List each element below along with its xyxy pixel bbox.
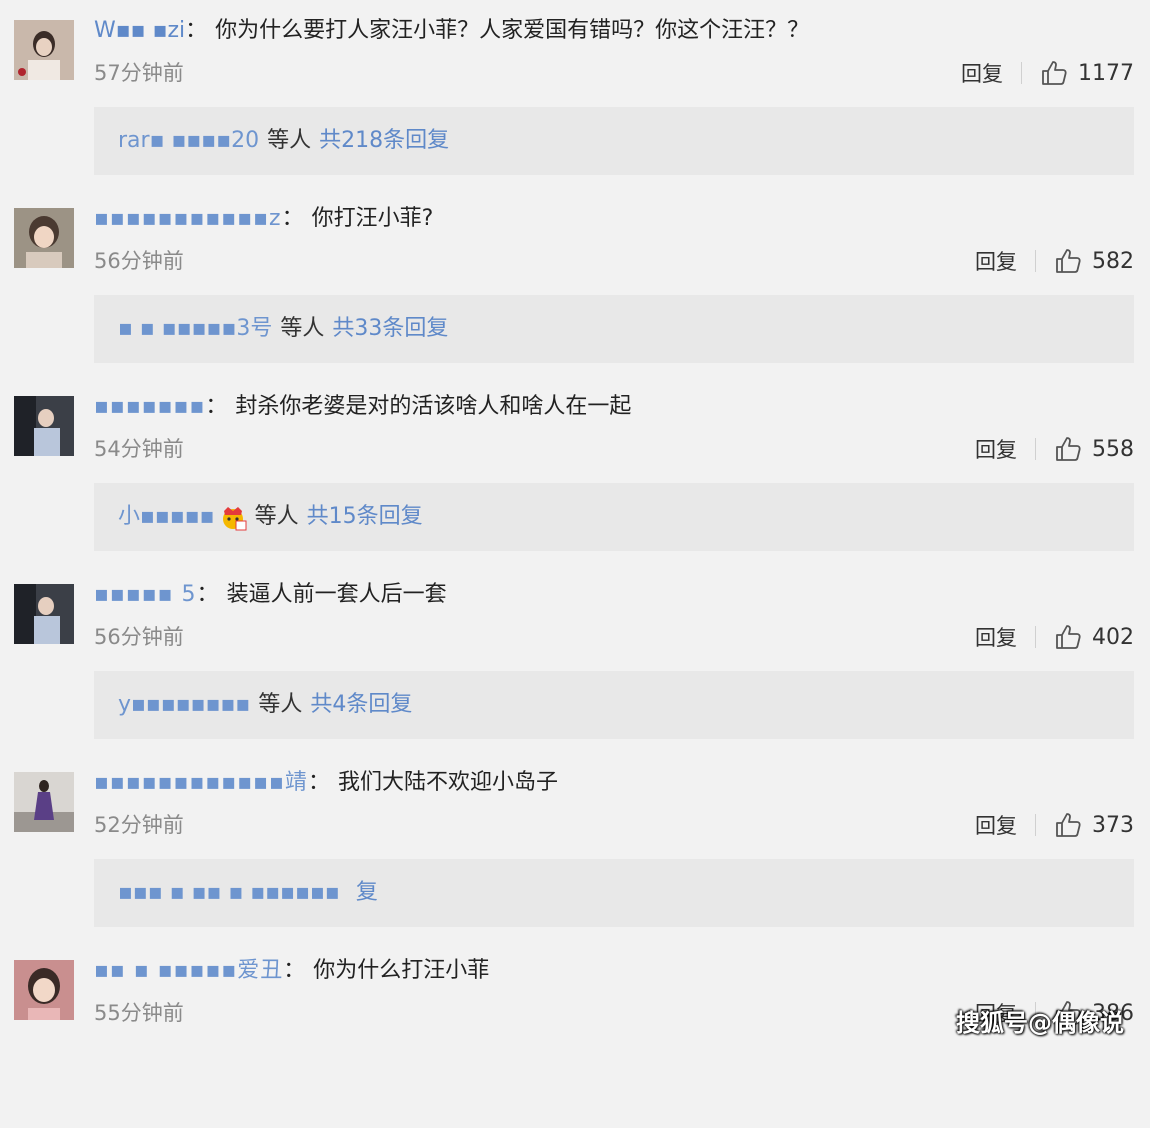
timestamp: 55分钟前 xyxy=(94,1001,184,1025)
comment-text: 装逼人前一套人后一套 xyxy=(226,582,447,607)
reply-button[interactable]: 回复 xyxy=(975,810,1017,840)
replier-name[interactable]: y▪▪▪▪▪▪▪▪ xyxy=(118,692,250,717)
comment-text: 你为什么打汪小菲 xyxy=(313,958,490,983)
comment-item: W▪▪ ▪zi： 你为什么要打人家汪小菲？人家爱国有错吗？你这个汪汪？？ 57分钟… xyxy=(0,0,1150,188)
reply-summary-text: y▪▪▪▪▪▪▪▪ 等人 共4条回复 xyxy=(118,688,412,722)
replier-name[interactable]: ▪ ▪ ▪▪▪▪▪3号 xyxy=(118,316,272,341)
comment-text: 封杀你老婆是对的活该啥人和啥人在一起 xyxy=(235,394,632,419)
reply-button[interactable]: 回复 xyxy=(975,246,1017,276)
comment-feed: W▪▪ ▪zi： 你为什么要打人家汪小菲？人家爱国有错吗？你这个汪汪？？ 57分钟… xyxy=(0,0,1150,1048)
divider xyxy=(1035,250,1036,272)
timestamp: 56分钟前 xyxy=(94,249,184,273)
comment-actions: 回复 402 xyxy=(975,620,1134,654)
replier-name[interactable]: ▪▪▪ ▪ ▪▪ ▪ ▪▪▪▪▪▪ xyxy=(118,880,340,905)
comment-text: 你打汪小菲? xyxy=(311,206,434,231)
username-link[interactable]: ▪▪▪▪▪▪▪▪▪▪▪▪靖 xyxy=(94,770,308,795)
thumbs-up-icon[interactable] xyxy=(1054,623,1082,651)
divider xyxy=(1035,814,1036,836)
reply-button[interactable]: 回复 xyxy=(961,58,1003,88)
total-replies-link[interactable]: 共15条回复 xyxy=(307,504,423,529)
colon: ： xyxy=(205,394,228,419)
replier-name[interactable]: rar▪ ▪▪▪▪20 xyxy=(118,128,259,153)
total-replies-link[interactable]: 共4条回复 xyxy=(310,692,412,717)
thumbs-up-icon[interactable] xyxy=(1054,247,1082,275)
colon: ： xyxy=(196,582,219,607)
colon: ： xyxy=(281,206,304,231)
timestamp: 54分钟前 xyxy=(94,437,184,461)
comment-header: ▪▪▪▪▪▪▪▪▪▪▪▪靖： 我们大陆不欢迎小岛子 xyxy=(94,766,558,800)
etc-label: 等人 xyxy=(267,128,312,153)
username-link[interactable]: ▪▪▪▪▪▪▪ xyxy=(94,394,205,419)
comment-text: 你为什么要打人家汪小菲？人家爱国有错吗？你这个汪汪？？ xyxy=(215,18,810,43)
comment-header: ▪▪ ▪ ▪▪▪▪▪爱丑： 你为什么打汪小菲 xyxy=(94,954,489,988)
reply-summary-text: ▪▪▪ ▪ ▪▪ ▪ ▪▪▪▪▪▪ 复 xyxy=(118,876,378,910)
like-count: 402 xyxy=(1092,624,1134,650)
timestamp: 57分钟前 xyxy=(94,61,184,85)
comment-item: ▪▪▪▪▪ 5： 装逼人前一套人后一套 56分钟前 回复 402 y▪▪▪▪▪▪▪… xyxy=(0,564,1150,752)
timestamp: 52分钟前 xyxy=(94,813,184,837)
comment-item: ▪▪▪▪▪▪▪▪▪▪▪▪靖： 我们大陆不欢迎小岛子 52分钟前 回复 373 ▪▪… xyxy=(0,752,1150,940)
reply-summary[interactable]: ▪ ▪ ▪▪▪▪▪3号 等人 共33条回复 xyxy=(94,295,1134,363)
like-count: 373 xyxy=(1092,812,1134,838)
avatar[interactable] xyxy=(14,396,74,456)
avatar[interactable] xyxy=(14,20,74,80)
total-replies-link[interactable]: 复 xyxy=(356,880,378,905)
username-link[interactable]: ▪▪▪▪▪ 5 xyxy=(94,582,197,607)
comment-actions: 回复 373 xyxy=(975,808,1134,842)
total-replies-link[interactable]: 共33条回复 xyxy=(332,316,448,341)
divider xyxy=(1035,438,1036,460)
replier-name[interactable]: 小▪▪▪▪▪ xyxy=(118,504,215,529)
reply-button[interactable]: 回复 xyxy=(975,434,1017,464)
comment-header: ▪▪▪▪▪▪▪▪▪▪▪z： 你打汪小菲? xyxy=(94,202,433,236)
divider xyxy=(1021,62,1022,84)
like-count: 1177 xyxy=(1078,60,1134,86)
comment-actions: 回复 558 xyxy=(975,432,1134,466)
total-replies-link[interactable]: 共218条回复 xyxy=(319,128,449,153)
reply-button[interactable]: 回复 xyxy=(975,622,1017,652)
etc-label: 等人 xyxy=(280,316,325,341)
thumbs-up-icon[interactable] xyxy=(1054,435,1082,463)
comment-header: ▪▪▪▪▪ 5： 装逼人前一套人后一套 xyxy=(94,578,447,612)
timestamp: 56分钟前 xyxy=(94,625,184,649)
reply-summary[interactable]: 小▪▪▪▪▪ 等人 共15条回复 xyxy=(94,483,1134,551)
like-count: 582 xyxy=(1092,248,1134,274)
watermark: 搜狐号@偶像说 xyxy=(956,1009,1124,1037)
reply-summary[interactable]: ▪▪▪ ▪ ▪▪ ▪ ▪▪▪▪▪▪ 复 xyxy=(94,859,1134,927)
avatar[interactable] xyxy=(14,208,74,268)
reply-summary[interactable]: y▪▪▪▪▪▪▪▪ 等人 共4条回复 xyxy=(94,671,1134,739)
username-link[interactable]: ▪▪▪▪▪▪▪▪▪▪▪z xyxy=(94,206,282,231)
colon: ： xyxy=(307,770,330,795)
comment-header: ▪▪▪▪▪▪▪： 封杀你老婆是对的活该啥人和啥人在一起 xyxy=(94,390,631,424)
avatar[interactable] xyxy=(14,772,74,832)
thumbs-up-icon[interactable] xyxy=(1054,811,1082,839)
etc-label: 等人 xyxy=(258,692,303,717)
comment-actions: 回复 1177 xyxy=(961,56,1134,90)
reply-summary-text: rar▪ ▪▪▪▪20 等人 共218条回复 xyxy=(118,124,449,158)
colon: ： xyxy=(283,958,306,983)
comment-text: 我们大陆不欢迎小岛子 xyxy=(337,770,558,795)
divider xyxy=(1035,626,1036,648)
comment-item: ▪▪▪▪▪▪▪▪▪▪▪z： 你打汪小菲? 56分钟前 回复 582 ▪ ▪ ▪▪▪… xyxy=(0,188,1150,376)
etc-label: 等人 xyxy=(254,504,299,529)
colon: ： xyxy=(185,18,208,43)
reply-summary-text: 小▪▪▪▪▪ 等人 共15条回复 xyxy=(118,500,423,534)
reply-summary[interactable]: rar▪ ▪▪▪▪20 等人 共218条回复 xyxy=(94,107,1134,175)
username-link[interactable]: W▪▪ ▪zi xyxy=(94,18,185,43)
avatar[interactable] xyxy=(14,960,74,1020)
comment-header: W▪▪ ▪zi： 你为什么要打人家汪小菲？人家爱国有错吗？你这个汪汪？？ xyxy=(94,14,809,48)
crown-emoji-icon xyxy=(222,507,247,531)
reply-summary-text: ▪ ▪ ▪▪▪▪▪3号 等人 共33条回复 xyxy=(118,312,448,346)
avatar[interactable] xyxy=(14,584,74,644)
comment-actions: 回复 582 xyxy=(975,244,1134,278)
like-count: 558 xyxy=(1092,436,1134,462)
username-link[interactable]: ▪▪ ▪ ▪▪▪▪▪爱丑 xyxy=(94,958,283,983)
comment-item: ▪▪▪▪▪▪▪： 封杀你老婆是对的活该啥人和啥人在一起 54分钟前 回复 558 … xyxy=(0,376,1150,564)
thumbs-up-icon[interactable] xyxy=(1040,59,1068,87)
